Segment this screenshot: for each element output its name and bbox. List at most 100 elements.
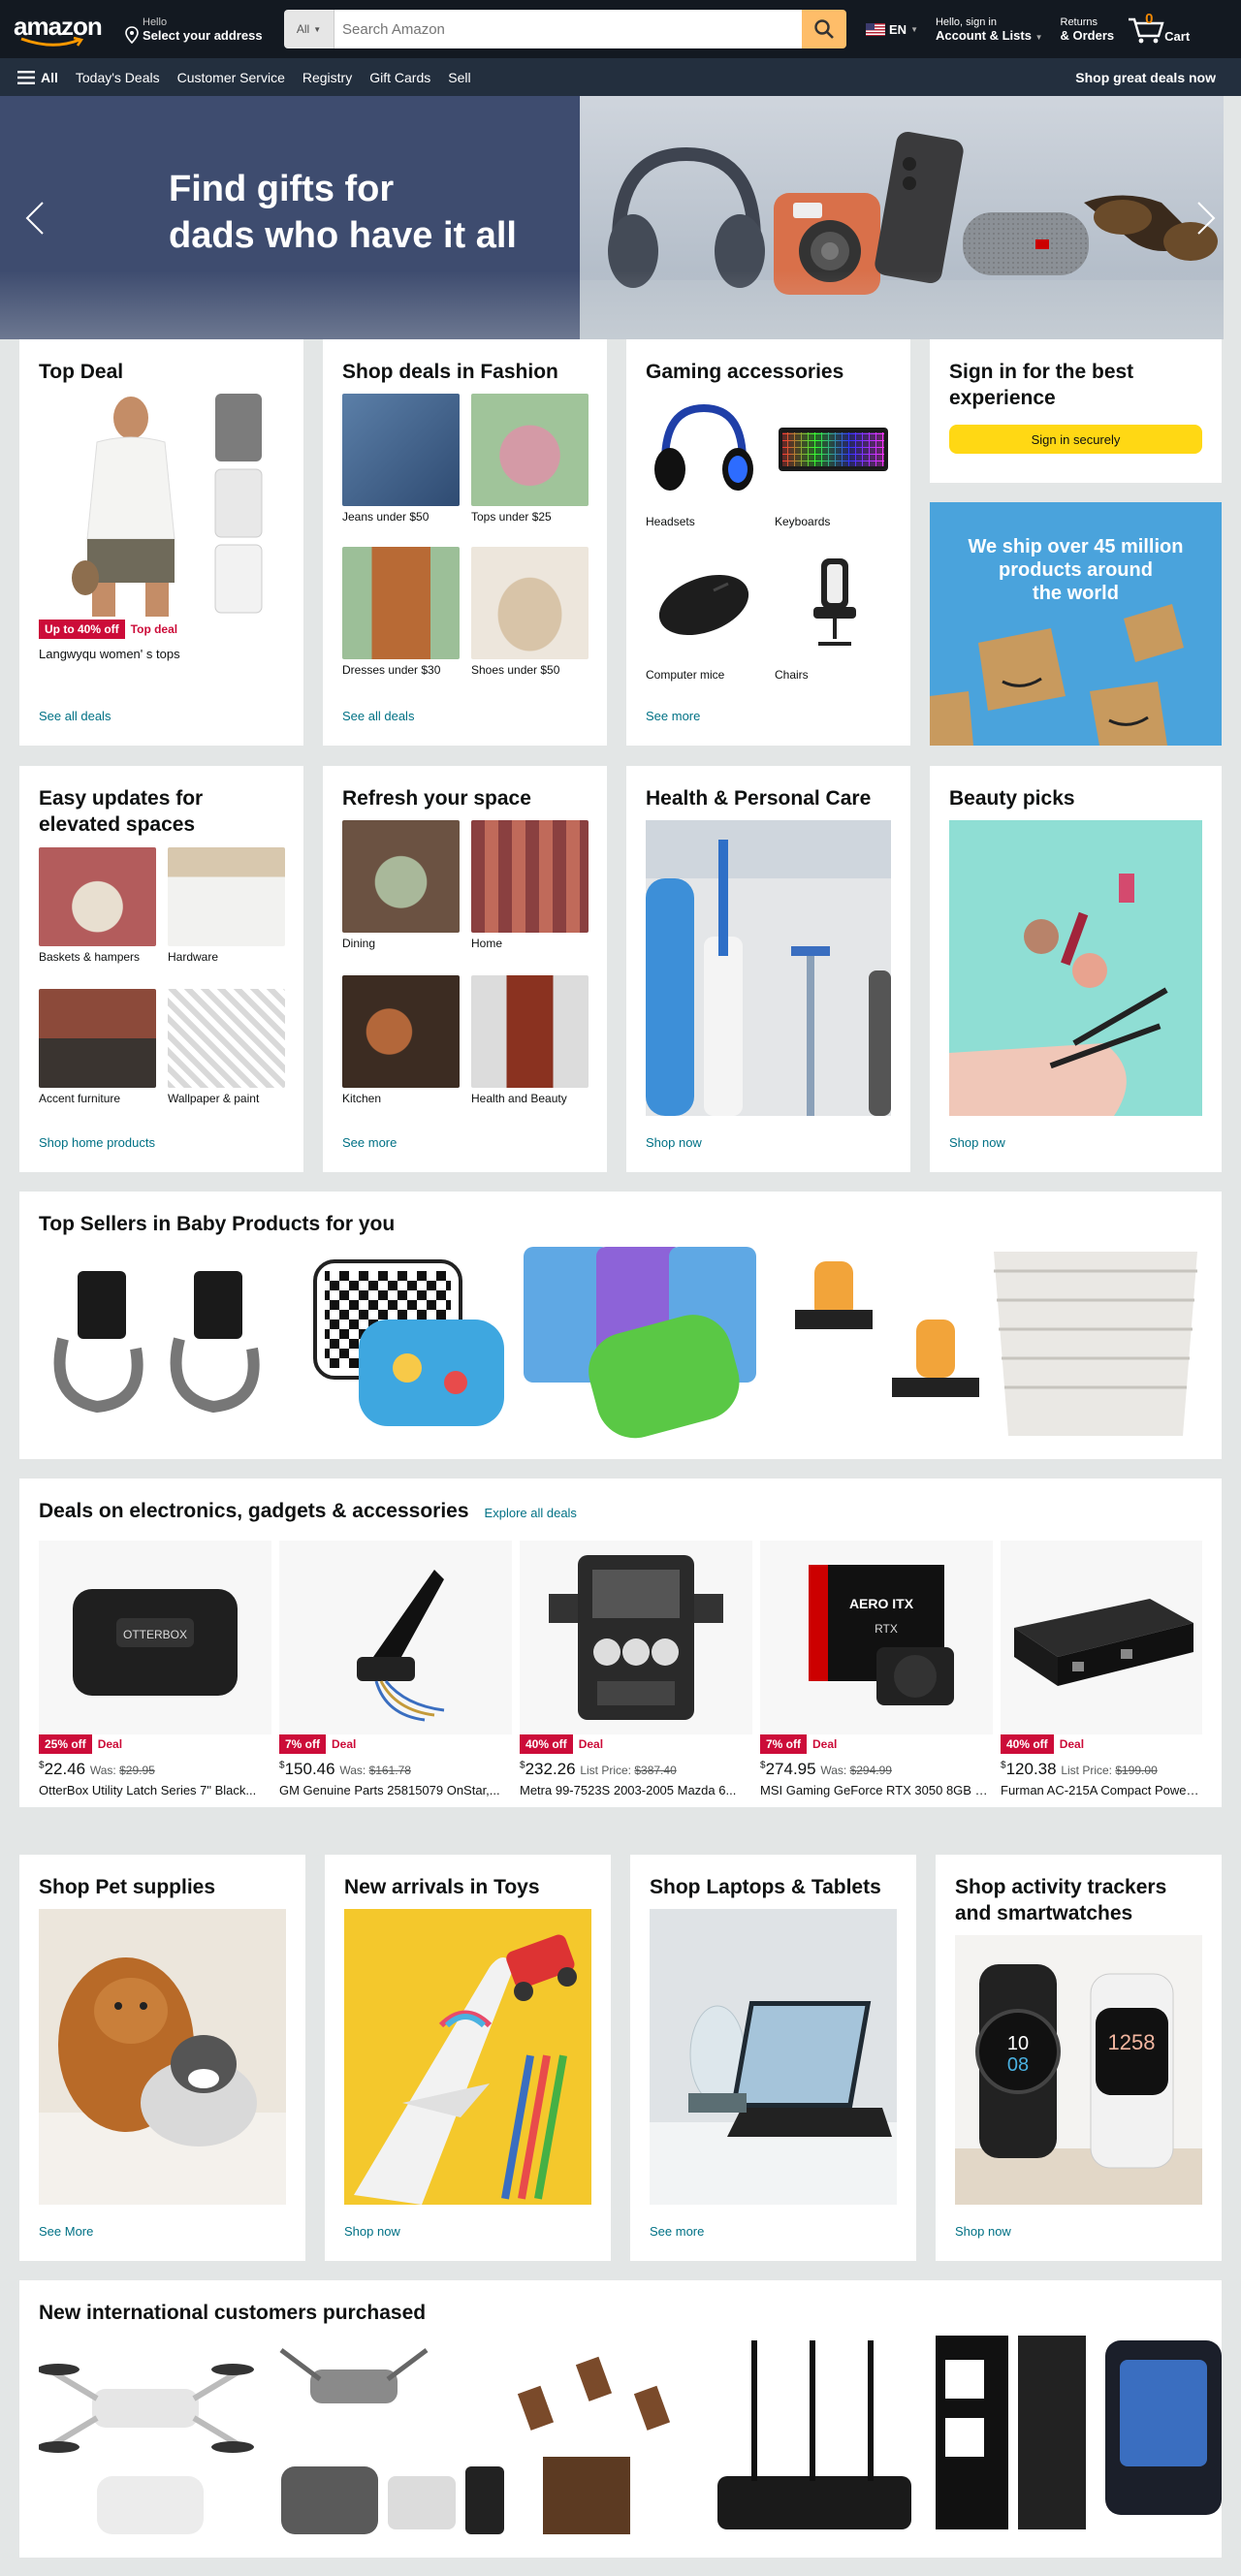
account-lists-menu[interactable]: Hello, sign in Account & Lists ▼ <box>936 16 1043 43</box>
nav-registry[interactable]: Registry <box>302 70 352 85</box>
card-pet-supplies[interactable]: Shop Pet supplies See More <box>19 1855 305 2261</box>
otterbox-image: OTTERBOX <box>73 1589 238 1696</box>
see-more-link[interactable]: See more <box>646 709 700 723</box>
quad-caption: Health and Beauty <box>471 1092 567 1105</box>
quad-tops[interactable]: Tops under $25 <box>471 394 589 524</box>
card-health-personal-care[interactable]: Health & Personal Care Shop now <box>626 766 910 1172</box>
caret-down-icon: ▼ <box>910 24 918 34</box>
quad-jeans[interactable]: Jeans under $50 <box>342 394 460 524</box>
quad-chairs[interactable]: Chairs <box>775 547 892 682</box>
nav-shop-great-deals[interactable]: Shop great deals now <box>1075 70 1216 85</box>
ship-worldwide-banner[interactable]: We ship over 45 million products around … <box>930 502 1222 746</box>
shop-now-link[interactable]: Shop now <box>344 2224 400 2239</box>
deal-product-card[interactable]: 40% off Deal $232.26 List Price: $387.40 … <box>520 1541 752 1797</box>
see-more-link[interactable]: See more <box>650 2224 704 2239</box>
search-input[interactable] <box>334 10 802 48</box>
nav-gift-cards[interactable]: Gift Cards <box>369 70 430 85</box>
card-gaming[interactable]: Gaming accessories Headsets Keyboards Co… <box>626 339 910 746</box>
nav-todays-deals[interactable]: Today's Deals <box>76 70 160 85</box>
deal-product-card[interactable]: OTTERBOX 25% off Deal $22.46 Was: $29.95 … <box>39 1541 271 1797</box>
language-selector[interactable]: EN ▼ <box>866 22 918 37</box>
explore-all-deals-link[interactable]: Explore all deals <box>485 1506 577 1520</box>
cart-label: Cart <box>1164 29 1191 44</box>
cart-button[interactable]: 0 Cart <box>1128 11 1191 44</box>
caret-down-icon: ▼ <box>313 24 322 34</box>
quad-mice[interactable]: Computer mice <box>646 547 763 682</box>
shop-now-link[interactable]: Shop now <box>955 2224 1011 2239</box>
carousel-prev-button[interactable] <box>23 193 47 249</box>
search-bar: All ▼ <box>284 10 846 48</box>
quad-home[interactable]: Home <box>471 820 589 950</box>
search-button[interactable] <box>802 10 846 48</box>
card-title: Shop deals in Fashion <box>342 361 558 383</box>
orders-label: & Orders <box>1060 27 1115 43</box>
shop-now-link[interactable]: Shop now <box>949 1135 1005 1150</box>
address-select: Select your address <box>143 27 263 43</box>
see-more-link[interactable]: See More <box>39 2224 93 2239</box>
card-fashion[interactable]: Shop deals in Fashion Jeans under $50 To… <box>323 339 607 746</box>
shop-now-link[interactable]: Shop now <box>646 1135 702 1150</box>
card-easy-updates[interactable]: Easy updates for elevated spaces Baskets… <box>19 766 303 1172</box>
card-beauty-picks[interactable]: Beauty picks Shop now <box>930 766 1222 1172</box>
see-all-deals-link[interactable]: See all deals <box>39 709 111 723</box>
card-laptops-tablets[interactable]: Shop Laptops & Tablets See more <box>630 1855 916 2261</box>
card-refresh-space[interactable]: Refresh your space Dining Home Kitchen H… <box>323 766 607 1172</box>
card-intl-customers: New international customers purchased <box>19 2280 1222 2558</box>
smartwatches-image: 10 08 1258 <box>955 1935 1202 2205</box>
carousel-next-button[interactable] <box>1194 193 1218 249</box>
amazon-logo[interactable]: amazon <box>10 10 111 48</box>
quad-dresses[interactable]: Dresses under $30 <box>342 547 460 677</box>
otterbox-logo: OTTERBOX <box>123 1628 187 1641</box>
deal-product-card[interactable]: 40% off Deal $120.38 List Price: $199.00 … <box>1001 1541 1202 1797</box>
shop-home-products-link[interactable]: Shop home products <box>39 1135 155 1150</box>
quad-caption: Accent furniture <box>39 1092 121 1105</box>
quad-hardware[interactable]: Hardware <box>168 847 285 964</box>
card-activity-trackers[interactable]: Shop activity trackers and smartwatches … <box>936 1855 1222 2261</box>
quad-shoes[interactable]: Shoes under $50 <box>471 547 589 677</box>
sign-in-securely-button[interactable]: Sign in securely <box>949 425 1202 454</box>
nav-sell[interactable]: Sell <box>448 70 470 85</box>
search-category-dropdown[interactable]: All ▼ <box>284 10 334 48</box>
deal-product-card[interactable]: AERO ITX RTX 7% off Deal $274.95 Was: $294… <box>760 1541 993 1797</box>
see-more-link[interactable]: See more <box>342 1135 397 1150</box>
quad-headsets[interactable]: Headsets <box>646 394 763 528</box>
watch1-minute: 08 <box>1007 2054 1029 2076</box>
card-top-deal[interactable]: Top Deal Up to 40% off Top deal Langwyqu … <box>19 339 303 746</box>
boxes-illustration <box>930 604 1184 746</box>
see-all-deals-link[interactable]: See all deals <box>342 709 414 723</box>
baby-products-image <box>53 1247 1197 1439</box>
wallpaper-image <box>168 989 285 1088</box>
quad-wallpaper[interactable]: Wallpaper & paint <box>168 989 285 1105</box>
location-pin-icon <box>125 26 139 44</box>
home-image <box>471 820 589 933</box>
beauty-picks-image <box>949 820 1202 1116</box>
shoes-image <box>471 547 589 659</box>
quad-dining[interactable]: Dining <box>342 820 460 950</box>
quad-baskets[interactable]: Baskets & hampers <box>39 847 156 964</box>
deal-product-card[interactable]: 7% off Deal $150.46 Was: $161.78 GM Genui… <box>279 1541 512 1797</box>
hardware-image <box>168 847 285 946</box>
quad-keyboards[interactable]: Keyboards <box>775 394 892 528</box>
product-title: GM Genuine Parts 25815079 OnStar,... <box>279 1783 500 1797</box>
card-baby-top-sellers: Top Sellers in Baby Products for you <box>19 1192 1222 1459</box>
discount-badge: 40% off <box>520 1734 573 1754</box>
top-deal-image <box>72 394 263 617</box>
card-toys[interactable]: New arrivals in Toys Shop now <box>325 1855 611 2261</box>
returns-orders-link[interactable]: Returns & Orders <box>1061 16 1115 43</box>
quad-caption: Kitchen <box>342 1092 382 1105</box>
quad-caption: Dresses under $30 <box>342 663 441 677</box>
card-title: Top Deal <box>39 361 124 383</box>
smile-icon <box>20 37 84 47</box>
kitchen-image <box>342 975 460 1088</box>
quad-kitchen[interactable]: Kitchen <box>342 975 460 1105</box>
quad-accent-furniture[interactable]: Accent furniture <box>39 989 156 1105</box>
account-lists-label: Account & Lists ▼ <box>935 27 1043 43</box>
nav-customer-service[interactable]: Customer Service <box>177 70 285 85</box>
jeans-image <box>342 394 460 506</box>
deliver-to-address[interactable]: Hello Select your address <box>125 15 270 44</box>
health-beauty-image <box>471 975 589 1088</box>
all-menu-button[interactable]: All <box>17 70 58 85</box>
discount-badge: 25% off <box>39 1734 92 1754</box>
hero-title-line1: Find gifts for <box>169 169 395 209</box>
quad-health-beauty[interactable]: Health and Beauty <box>471 975 589 1105</box>
